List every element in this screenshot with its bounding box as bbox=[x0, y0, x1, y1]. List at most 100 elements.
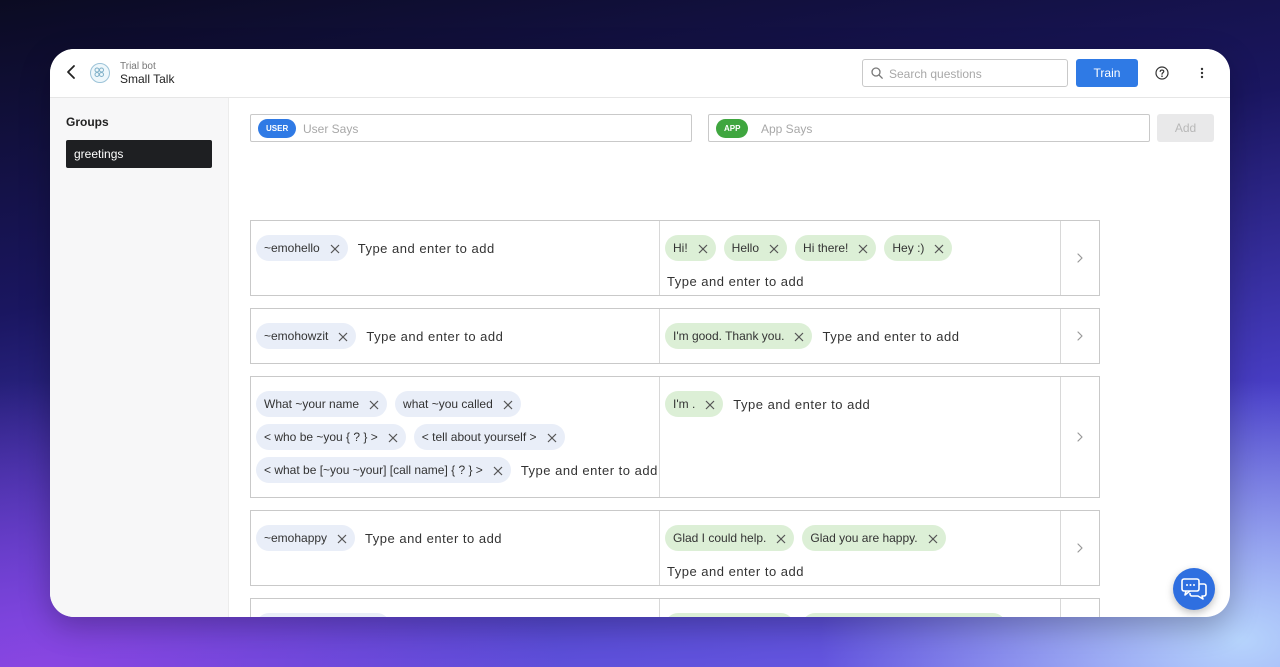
help-icon[interactable] bbox=[1155, 66, 1169, 80]
app-response-chip: I'm . bbox=[665, 391, 724, 417]
qa-row: ~emohappy Type and enter to add Glad I cou… bbox=[250, 510, 1100, 586]
user-phrase-input[interactable]: Type and enter to add bbox=[363, 525, 502, 551]
chip-label: ~emohowzit bbox=[264, 329, 329, 343]
page-title: Small Talk bbox=[120, 72, 175, 86]
search-input[interactable] bbox=[887, 63, 1063, 85]
app-says-field[interactable]: APP bbox=[708, 114, 1150, 142]
user-says-cell: ~emohowzit Type and enter to add bbox=[251, 309, 660, 363]
user-phrase-chip: ~emohappy bbox=[256, 525, 356, 551]
user-phrase-chip: < what be [~you ~your] [call name] { ? }… bbox=[256, 457, 511, 483]
chip-label: < what be [~you ~your] [call name] { ? }… bbox=[264, 463, 483, 477]
user-says-cell: ~emohappy Type and enter to add bbox=[251, 511, 660, 585]
app-response-chip: Hello bbox=[723, 235, 788, 261]
remove-chip-icon[interactable] bbox=[698, 243, 708, 254]
remove-chip-icon[interactable] bbox=[928, 533, 938, 544]
remove-chip-icon[interactable] bbox=[547, 432, 557, 443]
user-phrase-input[interactable]: Type and enter to add bbox=[364, 323, 503, 349]
app-response-input[interactable]: Type and enter to add bbox=[665, 268, 804, 294]
chip-label: Glad you are happy. bbox=[810, 531, 918, 545]
chevron-right-icon[interactable] bbox=[1060, 377, 1099, 497]
app-says-cell: Glad I could help. Glad you are happy. Typ… bbox=[660, 511, 1061, 585]
app-response-chip: Hi! bbox=[665, 235, 716, 261]
qa-row: ~emohowzit Type and enter to add I'm good.… bbox=[250, 308, 1100, 364]
app-response-input[interactable]: Type and enter to add bbox=[820, 323, 959, 349]
search-field[interactable] bbox=[862, 59, 1068, 87]
user-phrase-input[interactable]: Type and enter to add bbox=[519, 457, 658, 483]
remove-chip-icon[interactable] bbox=[776, 533, 786, 544]
app-says-cell: I'm good. Thank you. Type and enter to ad… bbox=[660, 309, 1061, 363]
app-says-input[interactable] bbox=[759, 119, 1143, 139]
remove-chip-icon[interactable] bbox=[503, 399, 513, 410]
main-content: USER APP Add ~emohello Type and enter to … bbox=[250, 98, 1230, 617]
user-phrase-chip: ~positiveackwords bbox=[256, 613, 391, 617]
user-phrase-chip: What ~your name bbox=[256, 391, 388, 417]
sidebar: Groups greetings bbox=[50, 98, 229, 617]
chevron-right-icon[interactable] bbox=[1060, 221, 1099, 295]
top-bar: Trial bot Small Talk Train bbox=[50, 49, 1230, 98]
chip-label: < who be ~you { ? } > bbox=[264, 430, 378, 444]
chip-label: What ~your name bbox=[264, 397, 360, 411]
user-phrase-input[interactable]: Type and enter to add bbox=[398, 613, 537, 617]
chip-label: ~emohello bbox=[264, 241, 320, 255]
user-phrase-chip: ~emohello bbox=[256, 235, 348, 261]
chip-label: < tell about yourself > bbox=[421, 430, 537, 444]
chip-label: what ~you called bbox=[403, 397, 493, 411]
remove-chip-icon[interactable] bbox=[330, 243, 340, 254]
app-response-chip: Hey :) bbox=[884, 235, 953, 261]
app-says-cell: Glad I could help. Always great to be abl… bbox=[660, 599, 1061, 617]
user-says-input[interactable] bbox=[301, 119, 685, 139]
user-says-cell: ~emohello Type and enter to add bbox=[251, 221, 660, 295]
remove-chip-icon[interactable] bbox=[769, 243, 779, 254]
remove-chip-icon[interactable] bbox=[493, 465, 503, 476]
qa-row: What ~your name what ~you called < who be … bbox=[250, 376, 1100, 498]
remove-chip-icon[interactable] bbox=[337, 533, 347, 544]
chip-label: I'm good. Thank you. bbox=[673, 329, 785, 343]
app-response-chip: I'm good. Thank you. bbox=[665, 323, 813, 349]
user-badge: USER bbox=[258, 119, 297, 138]
more-vertical-icon[interactable] bbox=[1195, 66, 1209, 80]
chevron-right-icon[interactable] bbox=[1060, 309, 1099, 363]
app-response-chip: Always great to be able to help. bbox=[802, 613, 1006, 617]
back-arrow-icon[interactable] bbox=[64, 63, 80, 81]
qa-row: ~positiveackwords Type and enter to add Gl… bbox=[250, 598, 1100, 617]
user-phrase-chip: < who be ~you { ? } > bbox=[256, 424, 406, 450]
groups-heading: Groups bbox=[66, 115, 109, 129]
chat-bubbles-icon bbox=[1181, 578, 1207, 600]
user-says-field[interactable]: USER bbox=[250, 114, 692, 142]
bot-subtitle: Trial bot bbox=[120, 61, 156, 72]
chevron-right-icon[interactable] bbox=[1060, 599, 1099, 617]
remove-chip-icon[interactable] bbox=[794, 331, 804, 342]
user-phrase-chip: ~emohowzit bbox=[256, 323, 357, 349]
chip-label: Hi there! bbox=[803, 241, 849, 255]
app-says-cell: I'm . Type and enter to add bbox=[660, 377, 1061, 497]
user-phrase-chip: what ~you called bbox=[395, 391, 521, 417]
app-response-chip: Glad you are happy. bbox=[802, 525, 946, 551]
chip-label: ~emohappy bbox=[264, 531, 328, 545]
user-phrase-chip: < tell about yourself > bbox=[413, 424, 565, 450]
chip-label: Glad I could help. bbox=[673, 531, 767, 545]
search-icon bbox=[871, 67, 883, 79]
remove-chip-icon[interactable] bbox=[369, 399, 379, 410]
remove-chip-icon[interactable] bbox=[388, 432, 398, 443]
remove-chip-icon[interactable] bbox=[705, 399, 715, 410]
user-phrase-input[interactable]: Type and enter to add bbox=[356, 235, 495, 261]
chip-label: Hey :) bbox=[892, 241, 925, 255]
remove-chip-icon[interactable] bbox=[934, 243, 944, 254]
remove-chip-icon[interactable] bbox=[338, 331, 348, 342]
add-button[interactable]: Add bbox=[1157, 114, 1214, 142]
chevron-right-icon[interactable] bbox=[1060, 511, 1099, 585]
app-response-chip: Glad I could help. bbox=[665, 613, 795, 617]
qa-row: ~emohello Type and enter to add Hi! Hello Hi… bbox=[250, 220, 1100, 296]
app-response-input[interactable]: Type and enter to add bbox=[665, 558, 804, 584]
sidebar-item-greetings[interactable]: greetings bbox=[66, 140, 212, 168]
chip-label: I'm . bbox=[673, 397, 696, 411]
app-response-input[interactable]: Type and enter to add bbox=[731, 391, 870, 417]
app-says-cell: Hi! Hello Hi there! Hey :) Type and enter to… bbox=[660, 221, 1061, 295]
app-response-chip: Glad I could help. bbox=[665, 525, 795, 551]
remove-chip-icon[interactable] bbox=[858, 243, 868, 254]
app-window: Trial bot Small Talk Train Groups greeti… bbox=[50, 49, 1230, 617]
train-button[interactable]: Train bbox=[1076, 59, 1138, 87]
chip-label: Hello bbox=[731, 241, 760, 255]
user-says-cell: What ~your name what ~you called < who be … bbox=[251, 377, 660, 497]
chat-support-button[interactable] bbox=[1173, 568, 1215, 610]
